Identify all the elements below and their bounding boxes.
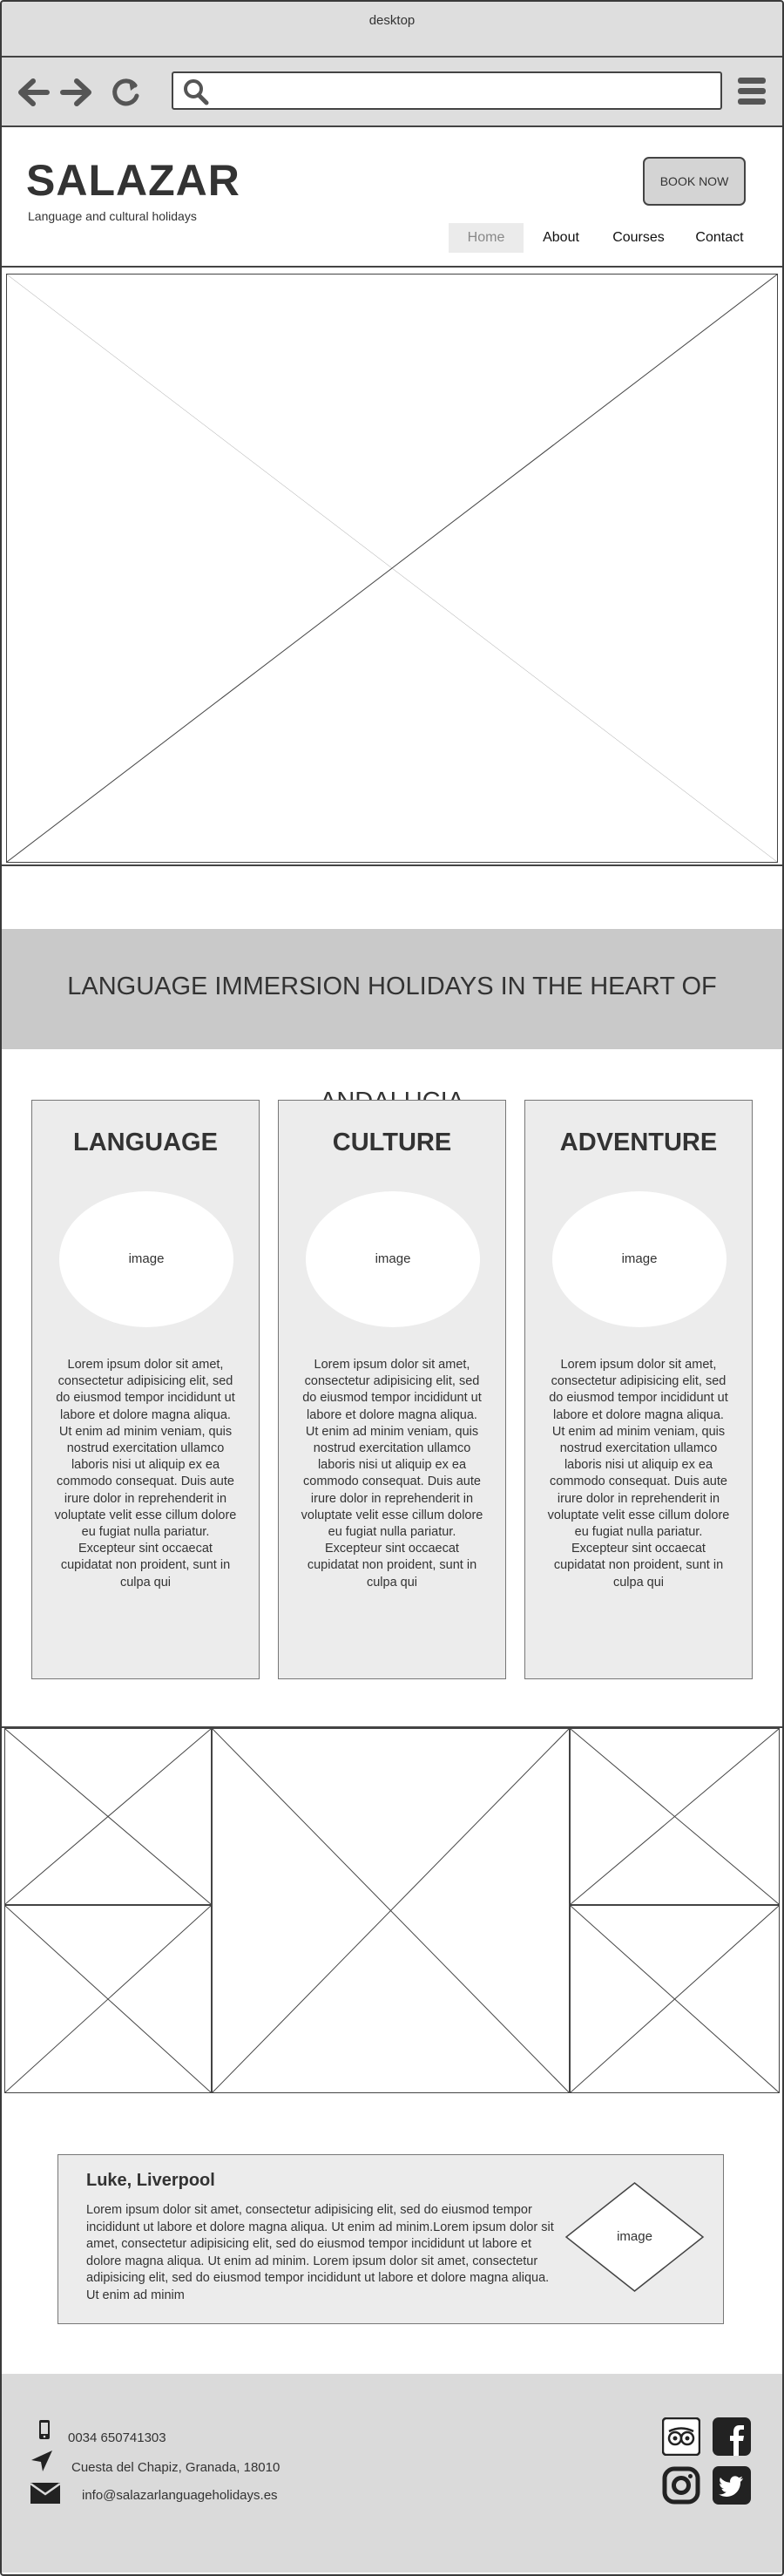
feature-text: Lorem ipsum dolor sit amet, consectetur … <box>301 1358 483 1590</box>
gallery-image-placeholder <box>4 1728 212 1905</box>
image-label: image <box>617 2229 652 2244</box>
browser-title: desktop <box>368 13 416 28</box>
footer-email[interactable]: info@salazarlanguageholidays.es <box>82 2488 278 2503</box>
phone-icon <box>39 2420 50 2439</box>
testimonial-author: Luke, Liverpool <box>86 2171 215 2190</box>
gallery-image-placeholder <box>212 1728 570 2093</box>
gallery-image-placeholder <box>570 1728 780 1905</box>
testimonial-image-placeholder: image <box>564 2181 705 2293</box>
address-bar[interactable] <box>172 71 722 110</box>
gallery-image-placeholder <box>4 1905 212 2093</box>
book-now-button[interactable]: BOOK NOW <box>643 157 746 206</box>
image-label: image <box>375 1251 411 1266</box>
nav-contact[interactable]: Contact <box>685 223 754 253</box>
header-divider <box>2 266 782 268</box>
testimonial-text: Lorem ipsum dolor sit amet, consectetur … <box>86 2203 554 2302</box>
tripadvisor-icon[interactable] <box>662 2417 700 2456</box>
hero-image-placeholder <box>6 274 778 863</box>
feature-text: Lorem ipsum dolor sit amet, consectetur … <box>547 1358 730 1590</box>
site-tagline: Language and cultural holidays <box>28 209 197 223</box>
feature-card-adventure: ADVENTURE image Lorem ipsum dolor sit am… <box>524 1100 753 1679</box>
back-arrow-icon[interactable] <box>16 77 51 108</box>
gallery-image-placeholder <box>570 1905 780 2093</box>
hero-divider <box>2 864 782 866</box>
location-arrow-icon <box>31 2451 52 2471</box>
footer-phone[interactable]: 0034 650741303 <box>68 2430 166 2445</box>
search-icon <box>184 79 209 105</box>
reload-icon[interactable] <box>109 77 144 108</box>
forward-arrow-icon[interactable] <box>59 77 94 108</box>
feature-text: Lorem ipsum dolor sit amet, consectetur … <box>54 1358 237 1590</box>
feature-title: ADVENTURE <box>559 1129 718 1156</box>
browser-title-bar: desktop <box>2 2 782 58</box>
image-label: image <box>621 1251 658 1266</box>
feature-title: LANGUAGE <box>73 1129 218 1156</box>
testimonial-card: Luke, Liverpool Lorem ipsum dolor sit am… <box>57 2154 724 2324</box>
nav-courses[interactable]: Courses <box>603 223 674 253</box>
footer-address: Cuesta del Chapiz, Granada, 18010 <box>71 2460 280 2475</box>
feature-image-placeholder: image <box>552 1191 727 1327</box>
tagline-banner: LANGUAGE IMMERSION HOLIDAYS IN THE HEART… <box>2 929 782 1115</box>
facebook-icon[interactable] <box>713 2417 751 2456</box>
nav-home[interactable]: Home <box>449 223 524 253</box>
instagram-icon[interactable] <box>662 2466 700 2505</box>
nav-about[interactable]: About <box>530 223 592 253</box>
feature-card-language: LANGUAGE image Lorem ipsum dolor sit ame… <box>31 1100 260 1679</box>
feature-title: CULTURE <box>332 1129 452 1156</box>
feature-card-culture: CULTURE image Lorem ipsum dolor sit amet… <box>278 1100 506 1679</box>
twitter-icon[interactable] <box>713 2466 751 2505</box>
image-label: image <box>128 1251 165 1266</box>
hamburger-menu-icon[interactable] <box>737 75 767 108</box>
site-logo[interactable]: SALAZAR <box>26 155 240 206</box>
feature-image-placeholder: image <box>59 1191 233 1327</box>
feature-image-placeholder: image <box>306 1191 480 1327</box>
envelope-icon <box>30 2482 61 2504</box>
